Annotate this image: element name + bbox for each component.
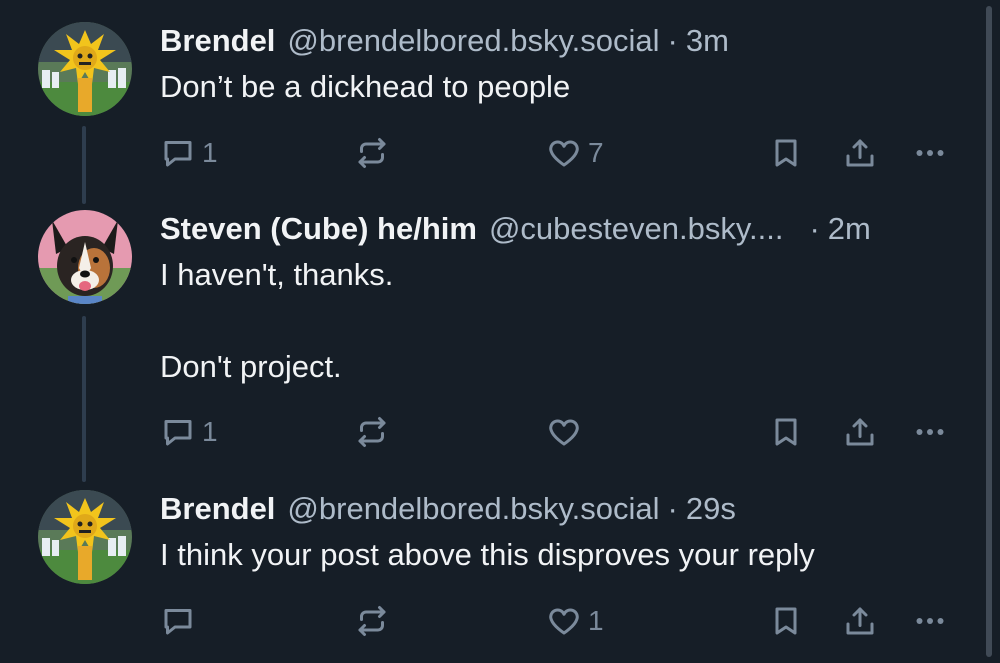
share-icon — [846, 607, 874, 635]
post-text-line — [160, 298, 962, 344]
author-name[interactable]: Brendel — [160, 490, 275, 528]
post-text-line: I think your post above this disproves y… — [160, 537, 815, 572]
separator-dot: · — [667, 491, 678, 526]
share-button[interactable] — [842, 131, 878, 175]
repost-button[interactable] — [354, 599, 390, 643]
post-header: Brendel @brendelbored.bsky.social · 29s — [160, 490, 962, 528]
author-handle[interactable]: @brendelbored.bsky.social — [287, 490, 659, 528]
avatar[interactable] — [38, 210, 132, 304]
repost-button[interactable] — [354, 131, 390, 175]
post-text-line: Don't project. — [160, 349, 342, 384]
speech-bubble-icon — [164, 141, 192, 167]
author-name[interactable]: Steven (Cube) he/him — [160, 210, 477, 248]
bookmark-icon — [775, 139, 797, 167]
post[interactable]: Brendel @brendelbored.bsky.social · 3m D… — [0, 0, 980, 190]
post-actions: 1 — [160, 410, 960, 454]
post-text: I think your post above this disproves y… — [160, 532, 962, 578]
more-options-button[interactable] — [912, 131, 948, 175]
cartoon-sun-mascot-avatar — [38, 22, 132, 116]
heart-icon — [549, 140, 579, 167]
author-handle[interactable]: @cubesteven.bsky.... — [489, 210, 784, 248]
post-timestamp[interactable]: 3m — [686, 22, 729, 60]
post-header: Steven (Cube) he/him @cubesteven.bsky...… — [160, 210, 962, 248]
post-text-line: Don’t be a dickhead to people — [160, 69, 571, 104]
cartoon-sun-mascot-avatar — [38, 490, 132, 584]
speech-bubble-icon — [164, 420, 192, 446]
share-button[interactable] — [842, 599, 878, 643]
repost-icon — [358, 138, 386, 168]
avatar[interactable] — [38, 490, 132, 584]
share-icon — [846, 139, 874, 167]
author-name[interactable]: Brendel — [160, 22, 275, 60]
like-button[interactable]: 7 — [546, 131, 604, 175]
ellipsis-icon — [916, 429, 944, 435]
post-actions: 1 — [160, 599, 960, 643]
like-count: 1 — [588, 605, 604, 636]
reply-count: 1 — [202, 137, 218, 168]
share-button[interactable] — [842, 410, 878, 454]
post[interactable]: Steven (Cube) he/him @cubesteven.bsky...… — [0, 190, 980, 480]
separator-dot: · — [809, 211, 820, 246]
like-button[interactable]: 1 — [546, 599, 604, 643]
heart-icon — [549, 608, 579, 635]
author-handle[interactable]: @brendelbored.bsky.social — [287, 22, 659, 60]
reply-button[interactable]: 1 — [160, 131, 218, 175]
post-timestamp[interactable]: 29s — [686, 490, 736, 528]
repost-icon — [358, 417, 386, 447]
post-timestamp[interactable]: 2m — [828, 210, 871, 248]
post-actions: 1 7 — [160, 131, 960, 175]
reply-count: 1 — [202, 416, 218, 447]
post-text-line: I haven't, thanks. — [160, 257, 394, 292]
reply-button[interactable]: 1 — [160, 410, 218, 454]
separator-dot: · — [667, 23, 678, 58]
bookmark-icon — [775, 418, 797, 446]
like-count: 7 — [588, 137, 604, 168]
post-text: I haven't, thanks. Don't project. — [160, 252, 962, 390]
post[interactable]: Brendel @brendelbored.bsky.social · 29s … — [0, 470, 980, 663]
repost-icon — [358, 606, 386, 636]
more-options-button[interactable] — [912, 410, 948, 454]
scrollbar[interactable] — [986, 6, 992, 657]
post-text: Don’t be a dickhead to people — [160, 64, 962, 110]
post-header: Brendel @brendelbored.bsky.social · 3m — [160, 22, 962, 60]
ellipsis-icon — [916, 150, 944, 156]
bookmark-button[interactable] — [768, 410, 804, 454]
thread-feed: Brendel @brendelbored.bsky.social · 3m D… — [0, 0, 1000, 663]
heart-icon — [549, 419, 579, 446]
dog-photo-avatar — [38, 210, 132, 304]
reply-button[interactable] — [160, 599, 202, 643]
avatar[interactable] — [38, 22, 132, 116]
share-icon — [846, 418, 874, 446]
bookmark-button[interactable] — [768, 599, 804, 643]
ellipsis-icon — [916, 618, 944, 624]
bookmark-button[interactable] — [768, 131, 804, 175]
bookmark-icon — [775, 607, 797, 635]
speech-bubble-icon — [164, 609, 192, 635]
like-button[interactable] — [546, 410, 588, 454]
more-options-button[interactable] — [912, 599, 948, 643]
repost-button[interactable] — [354, 410, 390, 454]
